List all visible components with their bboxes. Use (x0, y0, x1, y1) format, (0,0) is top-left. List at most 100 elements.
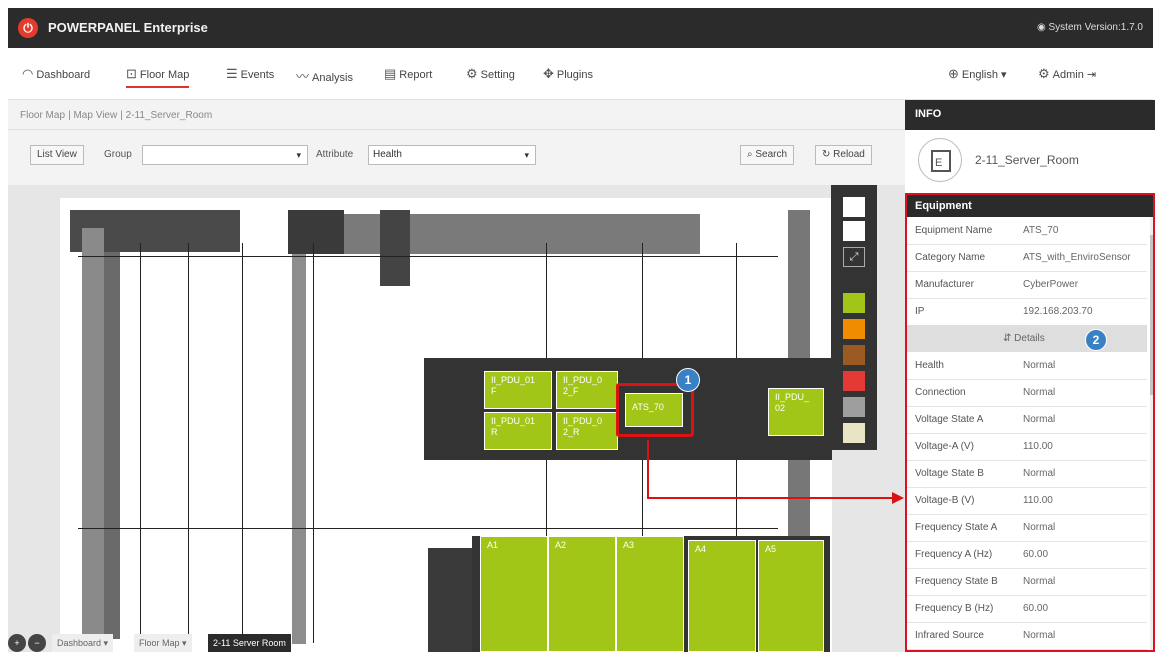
list-view-button[interactable]: List View (30, 145, 84, 165)
globe-icon: ⊕ (948, 66, 959, 81)
device-label: A5 (765, 544, 777, 554)
wall-pillar (288, 210, 344, 254)
grid-line (313, 243, 314, 643)
legend-swatch-0[interactable] (843, 197, 865, 217)
legend-swatch-1[interactable] (843, 221, 865, 241)
gauge-icon: ◠ (22, 66, 34, 81)
tab-dashboard[interactable]: Dashboard ▾ (52, 634, 114, 652)
grid-line (188, 243, 189, 643)
details-toggle[interactable]: ⇵ Details (907, 325, 1147, 352)
info-row-key: IP (915, 306, 925, 317)
main-nav: ◠ Dashboard ⊡ Floor Map ☰ Events 〰 Analysis … (8, 48, 1153, 100)
nav-analysis[interactable]: 〰 Analysis (296, 66, 353, 85)
plugin-icon: ✥ (543, 66, 554, 81)
language-select[interactable]: ⊕ English ▾ (948, 66, 1007, 82)
device-label: A2 (555, 540, 567, 550)
tab-floor-map[interactable]: Floor Map ▾ (134, 634, 192, 652)
device-a4[interactable]: A4 (688, 540, 756, 652)
analysis-icon: 〰 (296, 69, 310, 84)
info-row-key: Frequency B (Hz) (915, 603, 994, 614)
nav-analysis-label: Analysis (312, 72, 353, 84)
nav-report[interactable]: ▤ Report (384, 66, 432, 82)
scrollbar-thumb[interactable] (1150, 235, 1153, 395)
search-button-label: Search (755, 149, 788, 160)
attribute-select[interactable]: Health ▾ (368, 145, 536, 165)
breadcrumb-map-view[interactable]: Map View (73, 110, 117, 121)
device-a2[interactable]: A2 (548, 536, 616, 652)
floor-map-canvas[interactable]: II_PDU_01 F II_PDU_01 R II_PDU_0 2_F II_… (60, 198, 832, 652)
zoom-in-icon[interactable]: + (8, 634, 26, 652)
info-row-value: ATS_with_EnviroSensor (1023, 252, 1131, 263)
info-row-key: Voltage State A (915, 414, 984, 425)
legend-swatch-7[interactable] (843, 423, 865, 443)
expand-icon[interactable]: ⤢ (843, 247, 865, 267)
wall-top (290, 214, 700, 254)
wall-left-outer (82, 228, 104, 648)
info-row: Connection Normal (907, 379, 1147, 407)
info-icon: ◉ (1036, 22, 1049, 33)
device-label: A4 (695, 544, 707, 554)
info-row-key: Equipment Name (915, 225, 993, 236)
nav-dashboard-label: Dashboard (36, 69, 91, 81)
group-select[interactable]: ▾ (142, 145, 308, 165)
nav-plugins[interactable]: ✥ Plugins (543, 66, 593, 82)
info-row: Voltage-A (V) 110.00 (907, 433, 1147, 461)
info-row-key: Frequency A (Hz) (915, 549, 993, 560)
device-label: A3 (623, 540, 635, 550)
nav-floor-map[interactable]: ⊡ Floor Map (126, 66, 190, 88)
info-row: Frequency A (Hz) 60.00 (907, 541, 1147, 569)
info-row-key: Voltage-B (V) (915, 495, 975, 506)
equipment-panel: Equipment Equipment Name ATS_70 Category N… (905, 193, 1155, 652)
info-row: Frequency B (Hz) 60.00 (907, 595, 1147, 623)
info-panel-header: INFO (905, 100, 1155, 130)
user-menu[interactable]: ⚙ Admin ⇥ (1038, 66, 1096, 82)
device-label: II_PDU_01 R (491, 416, 536, 437)
floor-map-area: II_PDU_01 F II_PDU_01 R II_PDU_0 2_F II_… (8, 185, 905, 652)
system-version-text: System Version:1.7.0 (1048, 22, 1144, 33)
info-row: Voltage State A Normal (907, 406, 1147, 434)
nav-events[interactable]: ☰ Events (226, 66, 274, 82)
device-pdu-01-r[interactable]: II_PDU_01 R (484, 412, 552, 450)
info-row-value: Normal (1023, 387, 1056, 398)
legend-swatch-3[interactable] (843, 319, 865, 339)
callout-badge-1: 1 (676, 368, 700, 392)
device-a3[interactable]: A3 (616, 536, 684, 652)
callout-badge-2: 2 (1085, 329, 1107, 351)
device-a5[interactable]: A5 (758, 540, 824, 652)
info-row-key: Frequency State A (915, 522, 998, 533)
top-bar: ⏻ POWERPANEL Enterprise ◉ System Version… (8, 8, 1153, 48)
legend-swatch-5[interactable] (843, 371, 865, 391)
server-room-icon: E (918, 138, 962, 182)
reload-icon: ↻ (822, 149, 834, 160)
reload-button[interactable]: ↻ Reload (815, 145, 872, 165)
device-pdu-01-f[interactable]: II_PDU_01 F (484, 371, 552, 409)
info-row-key: Category Name (915, 252, 986, 263)
info-row: Frequency State A Normal (907, 514, 1147, 542)
device-pdu-02[interactable]: II_PDU_ 02 (768, 388, 824, 436)
tab-dashboard-label: Dashboard (57, 638, 102, 648)
device-pdu-02-f[interactable]: II_PDU_0 2_F (556, 371, 618, 409)
info-row-value: 110.00 (1023, 495, 1053, 506)
legend-swatch-2[interactable] (843, 293, 865, 313)
info-row-value: 192.168.203.70 (1023, 306, 1093, 317)
color-legend: ⤢ (831, 185, 877, 450)
zoom-out-icon[interactable]: − (28, 634, 46, 652)
info-row: Health Normal (907, 352, 1147, 380)
search-button[interactable]: ⌕ Search (740, 145, 795, 165)
legend-swatch-4[interactable] (843, 345, 865, 365)
device-pdu-02-r[interactable]: II_PDU_0 2_R (556, 412, 618, 450)
nav-setting[interactable]: ⚙ Setting (466, 66, 515, 82)
bottom-tabs: + − Dashboard ▾ Floor Map ▾ 2-11 Server … (8, 634, 328, 652)
tab-current-room[interactable]: 2-11 Server Room (208, 634, 291, 652)
nav-dashboard[interactable]: ◠ Dashboard (22, 66, 90, 82)
info-row-value: 110.00 (1023, 441, 1053, 452)
chevron-down-icon: ▾ (1001, 69, 1007, 81)
wall-mid (292, 254, 306, 644)
info-row-key: Manufacturer (915, 279, 974, 290)
breadcrumb-floor-map[interactable]: Floor Map (20, 110, 65, 121)
grid-line (78, 528, 778, 529)
device-ats-70[interactable]: ATS_70 (625, 393, 683, 427)
legend-swatch-6[interactable] (843, 397, 865, 417)
info-row: Category Name ATS_with_EnviroSensor (907, 244, 1147, 272)
device-a1[interactable]: A1 (480, 536, 548, 652)
